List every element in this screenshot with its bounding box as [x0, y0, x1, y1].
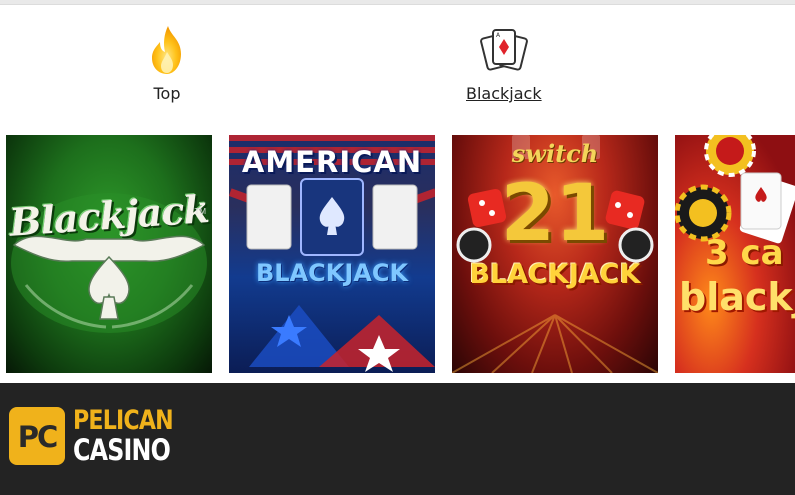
logo-line2: CASINO [73, 433, 171, 467]
playing-cards-icon: A [479, 29, 528, 71]
game-title-line1: AMERICAN [241, 145, 423, 179]
game-tile-switch-21-blackjack[interactable]: switch 21 BLACKJACK [452, 135, 658, 373]
logo-line1: PELICAN [73, 405, 174, 436]
game-title-line2: 21 [500, 169, 610, 259]
logo-badge: PC [9, 407, 65, 465]
game-tile-american-blackjack[interactable]: AMERICAN BLACKJACK [229, 135, 435, 373]
logo-wordmark: PELICAN CASINO [73, 407, 195, 465]
pelican-casino-logo[interactable]: PC PELICAN CASINO [9, 407, 195, 465]
tab-top[interactable]: Top [141, 22, 193, 103]
game-art [11, 193, 207, 333]
flame-icon [152, 26, 181, 74]
game-tile-blackjack[interactable]: Blackjack TM [6, 135, 212, 373]
logo-badge-text: PC [17, 420, 59, 454]
game-title-line2: BLACKJACK [255, 259, 409, 287]
game-tile-3-card-blackjack[interactable]: 3 ca blackj [675, 135, 795, 373]
category-tabs: Top A Blackjack [0, 4, 795, 126]
game-title-line3: BLACKJACK [469, 259, 641, 290]
tab-blackjack-label: Blackjack [466, 84, 542, 103]
game-grid: Blackjack TM AMERICAN BLACKJACK switch 2… [0, 135, 795, 373]
game-title-line1: 3 ca [705, 233, 784, 273]
tab-top-label: Top [153, 84, 181, 103]
footer: PC PELICAN CASINO [0, 383, 795, 495]
game-title-line1: switch [511, 139, 599, 168]
tab-blackjack[interactable]: A Blackjack [466, 22, 542, 103]
trademark-mark: TM [194, 207, 206, 216]
game-title-line2: blackj [679, 275, 795, 319]
